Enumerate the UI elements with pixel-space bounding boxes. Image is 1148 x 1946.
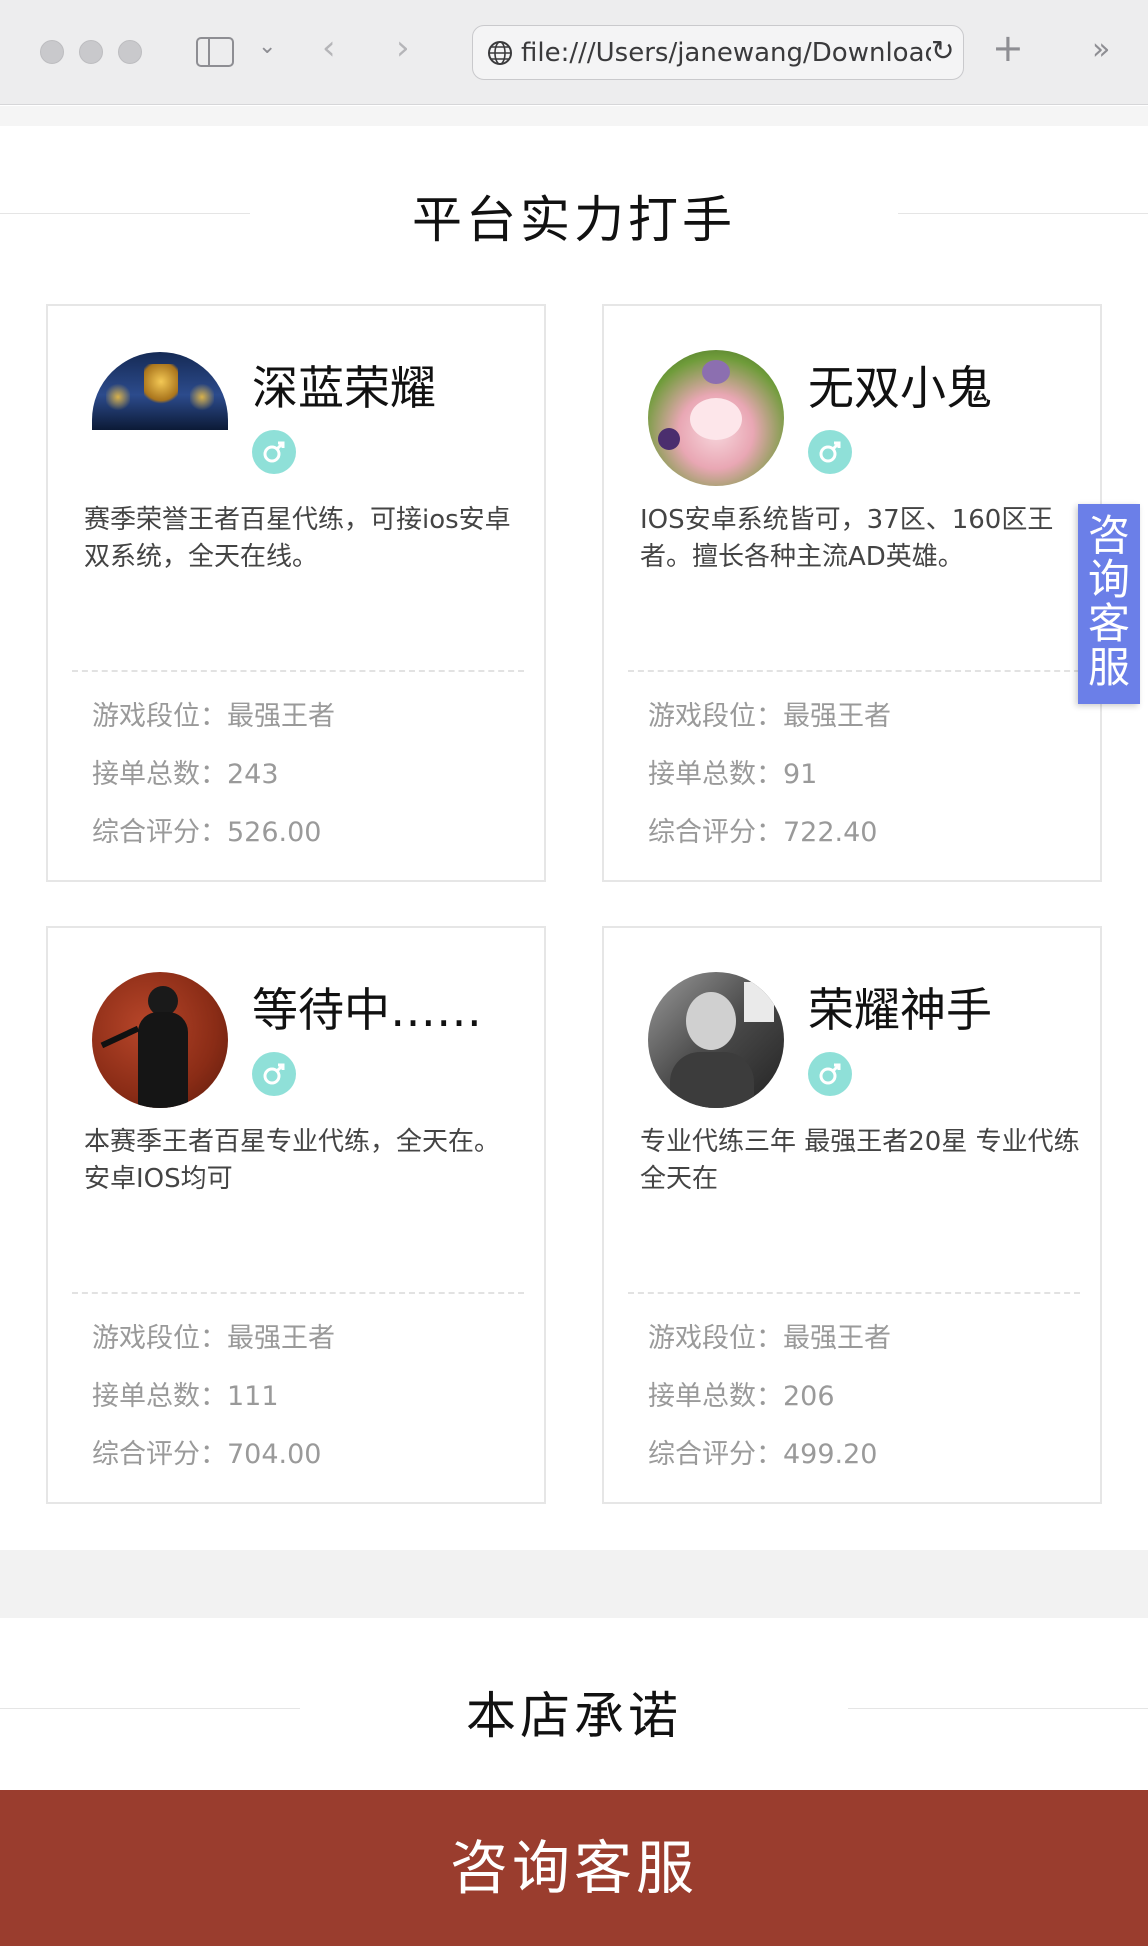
new-tab-icon[interactable]: + (992, 26, 1024, 70)
divider (628, 1292, 1080, 1294)
male-icon (808, 430, 852, 474)
chevron-down-icon[interactable]: ⌄ (258, 34, 276, 59)
window-close-button[interactable] (40, 40, 64, 64)
score-row: 综合评分：526.00 (92, 817, 322, 848)
score-row: 综合评分：499.20 (648, 1439, 878, 1470)
back-icon[interactable]: ‹ (322, 28, 336, 68)
player-card[interactable]: 荣耀神手 专业代练三年 最强王者20星 专业代练全天在 游戏段位：最强王者 接单… (602, 926, 1102, 1504)
orders-row: 接单总数：243 (92, 759, 279, 790)
rank-row: 游戏段位：最强王者 (92, 701, 335, 732)
avatar (648, 350, 784, 486)
male-icon (808, 1052, 852, 1096)
bottom-consult-button[interactable]: 咨询客服 (0, 1790, 1148, 1946)
globe-icon (488, 41, 512, 65)
avatar (92, 972, 228, 1108)
forward-icon[interactable]: › (396, 28, 410, 68)
orders-row: 接单总数：206 (648, 1381, 835, 1412)
player-card[interactable]: 深蓝荣耀 赛季荣誉王者百星代练，可接ios安卓双系统，全天在线。 游戏段位：最强… (46, 304, 546, 882)
player-description: 赛季荣誉王者百星代练，可接ios安卓双系统，全天在线。 (84, 505, 511, 572)
score-row: 综合评分：704.00 (92, 1439, 322, 1470)
player-name: 深蓝荣耀 (252, 361, 436, 415)
floating-consult-button[interactable]: 咨询客服 (1078, 504, 1140, 704)
score-row: 综合评分：722.40 (648, 817, 878, 848)
divider (72, 1292, 524, 1294)
rank-row: 游戏段位：最强王者 (648, 701, 891, 732)
section-title-players: 平台实力打手 (412, 191, 736, 249)
rank-row: 游戏段位：最强王者 (92, 1323, 335, 1354)
address-bar[interactable]: file:///Users/janewang/Downloads/ ↻ (472, 25, 964, 80)
orders-row: 接单总数：91 (648, 759, 818, 790)
tab-overflow-icon[interactable]: » (1092, 32, 1110, 67)
reload-icon[interactable]: ↻ (931, 34, 954, 67)
browser-toolbar: ⌄ ‹ › file:///Users/janewang/Downloads/ … (0, 0, 1148, 105)
player-name: 荣耀神手 (808, 983, 992, 1037)
page-top-strip (0, 106, 1148, 126)
player-card[interactable]: 等待中…… 本赛季王者百星专业代练，全天在。安卓IOS均可 游戏段位：最强王者 … (46, 926, 546, 1504)
window-minimize-button[interactable] (79, 40, 103, 64)
window-zoom-button[interactable] (118, 40, 142, 64)
sidebar-toggle-icon[interactable] (196, 37, 234, 67)
player-description: IOS安卓系统皆可，37区、160区王者。擅长各种主流AD英雄。 (640, 505, 1054, 572)
rank-row: 游戏段位：最强王者 (648, 1323, 891, 1354)
avatar (92, 352, 228, 430)
player-name: 等待中…… (252, 983, 482, 1037)
section-separator (0, 1550, 1148, 1618)
player-description: 专业代练三年 最强王者20星 专业代练全天在 (640, 1127, 1080, 1194)
divider (72, 670, 524, 672)
male-icon (252, 1052, 296, 1096)
player-description: 本赛季王者百星专业代练，全天在。安卓IOS均可 (84, 1127, 501, 1194)
divider (628, 670, 1080, 672)
url-text: file:///Users/janewang/Downloads/ (521, 38, 931, 68)
orders-row: 接单总数：111 (92, 1381, 279, 1412)
male-icon (252, 430, 296, 474)
avatar (648, 972, 784, 1108)
section-title-promise: 本店承诺 (466, 1687, 682, 1745)
player-card[interactable]: 无双小鬼 IOS安卓系统皆可，37区、160区王者。擅长各种主流AD英雄。 游戏… (602, 304, 1102, 882)
player-name: 无双小鬼 (808, 361, 992, 415)
